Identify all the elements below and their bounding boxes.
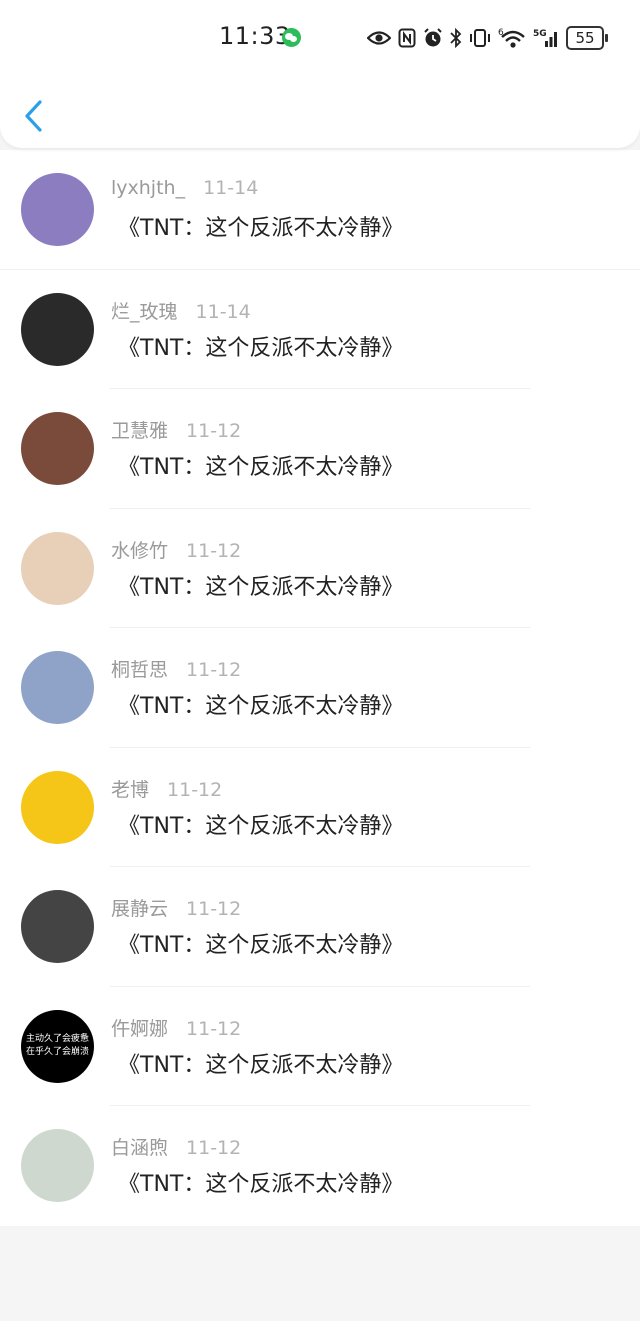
book-title[interactable]: 《TNT：这个反派不太冷静》 bbox=[118, 927, 403, 959]
book-title[interactable]: 《TNT：这个反派不太冷静》 bbox=[118, 330, 403, 362]
5g-signal-icon: 5G bbox=[533, 29, 557, 47]
list-item[interactable]: 白涵煦 11-12 《TNT：这个反派不太冷静》 bbox=[0, 1106, 640, 1226]
post-date: 11-12 bbox=[186, 1137, 242, 1159]
status-time: 11:33 bbox=[219, 22, 291, 50]
user-name[interactable]: 水修竹 bbox=[111, 540, 168, 562]
post-date: 11-12 bbox=[186, 898, 242, 920]
book-title[interactable]: 《TNT：这个反派不太冷静》 bbox=[118, 808, 403, 840]
user-name[interactable]: 展静云 bbox=[111, 898, 168, 920]
post-date: 11-12 bbox=[167, 778, 223, 801]
list-item[interactable]: 桐哲思 11-12 《TNT：这个反派不太冷静》 bbox=[0, 628, 640, 748]
avatar[interactable] bbox=[21, 412, 94, 485]
post-date: 11-12 bbox=[186, 420, 242, 442]
book-title[interactable]: 《TNT：这个反派不太冷静》 bbox=[118, 210, 403, 242]
list-item[interactable]: 烂_玫瑰 11-14 《TNT：这个反派不太冷静》 bbox=[0, 270, 640, 389]
list-item[interactable]: lyxhjth_ 11-14 《TNT：这个反派不太冷静》 bbox=[0, 150, 640, 270]
meta-line: 烂_玫瑰 11-14 bbox=[111, 297, 251, 324]
list-item[interactable]: 水修竹 11-12 《TNT：这个反派不太冷静》 bbox=[0, 509, 640, 628]
user-name[interactable]: 桐哲思 bbox=[111, 659, 168, 681]
alarm-icon bbox=[424, 28, 442, 47]
meta-line: 老博 11-12 bbox=[111, 775, 222, 802]
list-item[interactable]: 主动久了会疲惫 在乎久了会崩溃 仵婀娜 11-12 《TNT：这个反派不太冷静》 bbox=[0, 987, 640, 1106]
list-item[interactable]: 老博 11-12 《TNT：这个反派不太冷静》 bbox=[0, 748, 640, 867]
avatar[interactable] bbox=[21, 1129, 94, 1202]
eye-icon bbox=[367, 31, 391, 45]
avatar[interactable] bbox=[21, 770, 94, 844]
wifi-icon: 6 bbox=[498, 28, 525, 48]
avatar[interactable] bbox=[21, 173, 94, 246]
avatar-caption: 在乎久了会崩溃 bbox=[25, 1047, 89, 1057]
nav-header bbox=[0, 76, 640, 148]
post-date: 11-12 bbox=[186, 1017, 242, 1040]
avatar[interactable] bbox=[21, 531, 94, 605]
user-name[interactable]: lyxhjth_ bbox=[111, 177, 185, 199]
wechat-icon bbox=[282, 28, 301, 47]
book-title[interactable]: 《TNT：这个反派不太冷静》 bbox=[118, 688, 403, 720]
meta-line: 水修竹 11-12 bbox=[111, 536, 241, 563]
chevron-left-icon[interactable] bbox=[22, 98, 46, 134]
book-title[interactable]: 《TNT：这个反派不太冷静》 bbox=[118, 569, 403, 601]
meta-line: 桐哲思 11-12 bbox=[111, 655, 241, 682]
list-item[interactable]: 展静云 11-12 《TNT：这个反派不太冷静》 bbox=[0, 867, 640, 987]
status-bar: 11:33 6 5G 55 bbox=[0, 0, 640, 76]
avatar[interactable] bbox=[21, 890, 94, 963]
avatar[interactable] bbox=[21, 651, 94, 724]
user-name[interactable]: 老博 bbox=[111, 779, 149, 801]
user-name[interactable]: 卫慧雅 bbox=[111, 420, 168, 442]
avatar-caption: 主动久了会疲惫 bbox=[25, 1034, 89, 1044]
user-name[interactable]: 仵婀娜 bbox=[111, 1018, 168, 1040]
avatar[interactable]: 主动久了会疲惫 在乎久了会崩溃 bbox=[21, 1009, 94, 1083]
comment-list: lyxhjth_ 11-14 《TNT：这个反派不太冷静》 烂_玫瑰 11-14 《TNT… bbox=[0, 150, 640, 1226]
meta-line: 仵婀娜 11-12 bbox=[111, 1014, 241, 1041]
post-date: 11-12 bbox=[186, 539, 242, 562]
avatar[interactable] bbox=[21, 292, 94, 366]
nfc-icon bbox=[398, 28, 416, 48]
post-date: 11-14 bbox=[195, 300, 251, 323]
status-icons: 6 5G 55 bbox=[367, 24, 608, 52]
meta-line: 展静云 11-12 bbox=[111, 894, 241, 921]
vibrate-icon bbox=[470, 29, 490, 47]
book-title[interactable]: 《TNT：这个反派不太冷静》 bbox=[118, 449, 403, 481]
book-title[interactable]: 《TNT：这个反派不太冷静》 bbox=[118, 1047, 403, 1079]
battery-icon: 55 bbox=[566, 26, 608, 50]
book-title[interactable]: 《TNT：这个反派不太冷静》 bbox=[118, 1166, 403, 1198]
user-name[interactable]: 烂_玫瑰 bbox=[111, 301, 178, 323]
user-name[interactable]: 白涵煦 bbox=[111, 1137, 168, 1159]
post-date: 11-12 bbox=[186, 659, 242, 681]
bluetooth-icon bbox=[450, 28, 462, 48]
meta-line: 卫慧雅 11-12 bbox=[111, 416, 241, 443]
list-item[interactable]: 卫慧雅 11-12 《TNT：这个反派不太冷静》 bbox=[0, 389, 640, 509]
signal-label: 5G bbox=[533, 29, 547, 39]
meta-line: 白涵煦 11-12 bbox=[111, 1133, 241, 1160]
meta-line: lyxhjth_ 11-14 bbox=[111, 177, 258, 199]
post-date: 11-14 bbox=[203, 177, 259, 199]
